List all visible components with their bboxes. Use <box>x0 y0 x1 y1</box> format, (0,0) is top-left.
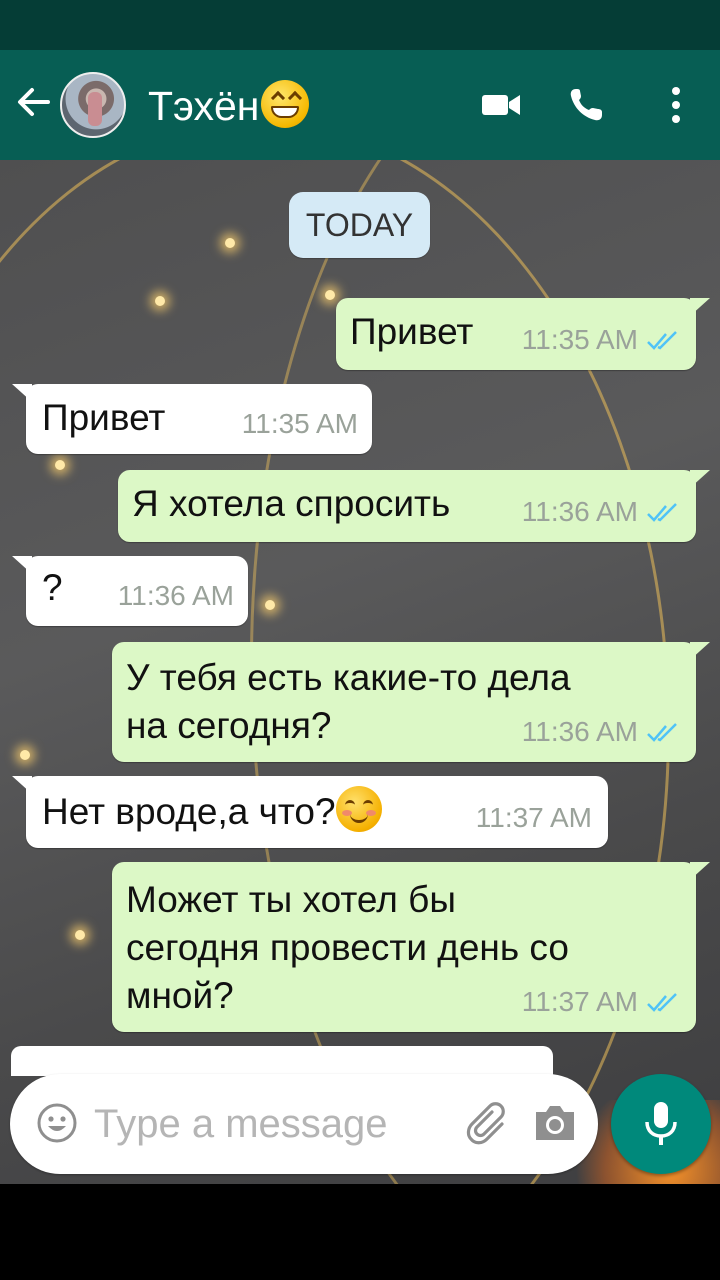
status-bar <box>0 0 720 50</box>
message-time: 11:37 AM <box>475 802 592 833</box>
voice-call-icon[interactable] <box>566 85 610 125</box>
message-time: 11:35 AM <box>241 408 358 439</box>
wallpaper-light <box>265 600 275 610</box>
attach-icon[interactable] <box>466 1102 512 1148</box>
incoming-message-partial[interactable] <box>11 1046 553 1076</box>
message-time: 11:35 AM <box>522 316 680 364</box>
incoming-message[interactable]: Нет вроде,а что? 11:37 AM <box>12 776 608 848</box>
camera-icon[interactable] <box>532 1102 578 1144</box>
message-time: 11:36 AM <box>522 488 680 536</box>
message-text: Привет <box>350 311 474 352</box>
read-ticks-icon <box>647 993 677 1012</box>
more-options-icon[interactable] <box>656 85 696 125</box>
chat-header: Тэхён <box>0 50 720 160</box>
message-time: 11:37 AM <box>522 978 680 1026</box>
message-input[interactable]: Type a message <box>94 1102 388 1147</box>
read-ticks-icon <box>647 503 677 522</box>
video-call-icon[interactable] <box>479 85 523 125</box>
read-ticks-icon <box>647 331 677 350</box>
grinning-face-icon <box>261 80 310 128</box>
contact-avatar[interactable] <box>60 72 126 138</box>
microphone-icon <box>645 1102 677 1145</box>
date-chip: TODAY <box>289 192 430 258</box>
outgoing-message[interactable]: Я хотела спросить 11:36 AM <box>118 470 710 542</box>
voice-record-button[interactable] <box>611 1074 711 1174</box>
wallpaper-light <box>75 930 85 940</box>
smiling-face-icon <box>335 786 382 832</box>
message-time: 11:36 AM <box>522 708 680 756</box>
back-arrow-icon[interactable] <box>14 82 54 122</box>
wallpaper-light <box>155 296 165 306</box>
message-text: Может ты хотел бы сегодня провести день … <box>126 876 569 1020</box>
message-text: Нет вроде,а что? <box>42 786 382 836</box>
navigation-bar <box>0 1184 720 1280</box>
message-text: Я хотела спросить <box>132 483 451 524</box>
outgoing-message[interactable]: У тебя есть какие-то дела на сегодня? 11… <box>112 642 710 762</box>
incoming-message[interactable]: ? 11:36 AM <box>12 556 248 626</box>
wallpaper-light <box>20 750 30 760</box>
message-line: мной? <box>126 975 234 1016</box>
message-text: ? <box>42 567 63 608</box>
message-composer: Type a message <box>10 1074 598 1174</box>
wallpaper-light <box>225 238 235 248</box>
outgoing-message[interactable]: Может ты хотел бы сегодня провести день … <box>112 862 710 1032</box>
chat-area[interactable]: TODAY Привет 11:35 AM Привет 11:35 AM Я … <box>0 160 720 1184</box>
wallpaper-light <box>55 460 65 470</box>
emoji-icon[interactable] <box>36 1102 78 1144</box>
read-ticks-icon <box>647 723 677 742</box>
message-time: 11:36 AM <box>117 580 234 611</box>
wallpaper-light <box>325 290 335 300</box>
incoming-message[interactable]: Привет 11:35 AM <box>12 384 372 454</box>
contact-name-text: Тэхён <box>148 83 260 129</box>
message-line: сегодня провести день со <box>126 927 569 968</box>
message-text: Привет <box>42 397 166 438</box>
contact-name[interactable]: Тэхён <box>148 80 310 130</box>
message-text: У тебя есть какие-то дела на сегодня? <box>126 654 571 750</box>
outgoing-message[interactable]: Привет 11:35 AM <box>336 298 710 370</box>
message-line: Может ты хотел бы <box>126 879 456 920</box>
message-line: на сегодня? <box>126 705 332 746</box>
message-line: У тебя есть какие-то дела <box>126 657 571 698</box>
